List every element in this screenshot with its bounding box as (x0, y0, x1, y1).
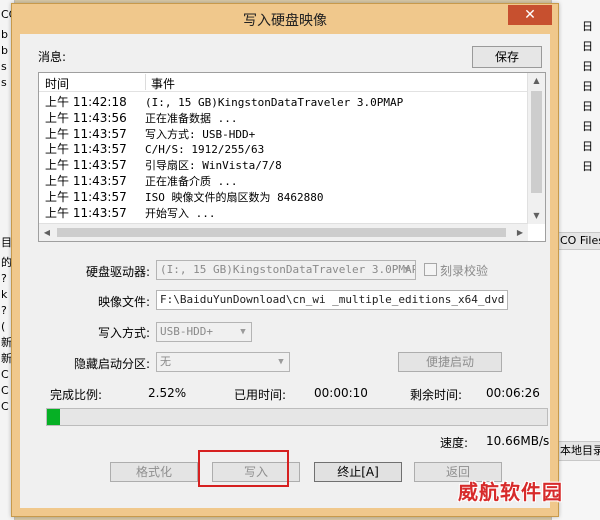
remaining-label: 剩余时间: (410, 388, 463, 402)
bg-text-fragment: 日 (582, 60, 593, 73)
log-row[interactable]: 上午 11:42:18 (I:, 15 GB)KingstonDataTravel… (39, 95, 527, 111)
scroll-right-icon[interactable]: ▶ (512, 224, 528, 241)
image-file-label: 映像文件: (97, 295, 150, 309)
log-row[interactable]: 上午 11:43:57 写入方式: USB-HDD+ (39, 127, 527, 143)
percent-value: 2.52% (148, 386, 187, 400)
stop-button[interactable]: 终止[A] (314, 462, 402, 482)
log-horizontal-scrollbar[interactable]: ◀ ▶ (39, 223, 528, 241)
bg-text-fragment: 日 (582, 100, 593, 113)
scroll-left-icon[interactable]: ◀ (39, 224, 55, 241)
hidden-partition-value: 无 (160, 355, 171, 368)
hidden-partition-label: 隐藏启动分区: (73, 357, 150, 371)
percent-label: 完成比例: (50, 388, 103, 402)
chevron-down-icon: ▼ (278, 357, 284, 367)
close-icon: ✕ (524, 7, 536, 23)
bg-header-strip: 本地目录 (552, 441, 600, 461)
format-button[interactable]: 格式化 (110, 462, 198, 482)
scroll-up-icon[interactable]: ▲ (528, 73, 545, 89)
chevron-down-icon: ▼ (404, 265, 410, 275)
window-title: 写入硬盘映像 (243, 13, 327, 29)
bg-text-fragment: 日 (582, 20, 593, 33)
bg-text-fragment: ? (1, 304, 7, 317)
elapsed-value: 00:00:10 (314, 386, 368, 400)
log-event: (I:, 15 GB)KingstonDataTraveler 3.0PMAP (145, 96, 404, 109)
drive-label: 硬盘驱动器: (85, 265, 150, 279)
message-log[interactable]: 时间 事件 上午 11:42:18 (I:, 15 GB)KingstonData… (38, 72, 546, 242)
log-time: 上午 11:43:57 (45, 205, 127, 220)
bg-text-fragment: s (1, 60, 7, 73)
log-event: 正在准备介质 ... (145, 174, 238, 188)
scroll-down-icon[interactable]: ▼ (528, 208, 545, 224)
write-disk-image-dialog: 写入硬盘映像 ✕ 消息: 保存 时间 事件 上午 11:42:18 (I:, 15… (11, 3, 559, 517)
bg-text-fragment: b (1, 28, 8, 41)
bg-text-fragment: ? (1, 272, 7, 285)
log-event: 正在准备数据 ... (145, 111, 238, 125)
speed-label: 速度: (440, 436, 469, 450)
save-button[interactable]: 保存 (472, 46, 542, 68)
write-mode-select[interactable]: USB-HDD+ ▼ (156, 322, 252, 342)
bg-text-fragment: 日 (582, 40, 593, 53)
log-time: 上午 11:43:57 (45, 126, 127, 141)
write-mode-value: USB-HDD+ (160, 325, 213, 338)
log-rows: 上午 11:42:18 (I:, 15 GB)KingstonDataTravel… (39, 95, 527, 221)
log-event: 写入方式: USB-HDD+ (145, 127, 256, 141)
remaining-value: 00:06:26 (486, 386, 540, 400)
site-watermark: 威航软件园 (458, 480, 563, 504)
progress-bar (46, 408, 548, 426)
log-row[interactable]: 上午 11:43:57 正在准备介质 ... (39, 174, 527, 190)
log-row[interactable]: 上午 11:43:57 C/H/S: 1912/255/63 (39, 142, 527, 158)
hidden-partition-select[interactable]: 无 ▼ (156, 352, 290, 372)
log-event: 开始写入 ... (145, 206, 216, 220)
bg-text-fragment: 日 (582, 140, 593, 153)
bg-text-fragment: C (1, 368, 9, 381)
log-event: C/H/S: 1912/255/63 (145, 143, 265, 157)
bg-text-fragment: b (1, 44, 8, 57)
log-time: 上午 11:42:18 (45, 95, 127, 109)
messages-label: 消息: (38, 50, 67, 64)
title-bar[interactable]: 写入硬盘映像 ✕ (12, 4, 558, 34)
log-time: 上午 11:43:57 (45, 189, 127, 204)
chevron-down-icon: ▼ (240, 327, 246, 337)
progress-fill (47, 409, 60, 425)
speed-value: 10.66MB/s (486, 434, 550, 448)
log-header: 时间 事件 (39, 73, 545, 92)
log-row[interactable]: 上午 11:43:56 正在准备数据 ... (39, 111, 527, 127)
drive-select[interactable]: (I:, 15 GB)KingstonDataTraveler 3.0PMAP … (156, 260, 416, 280)
bg-text-fragment: C (1, 384, 9, 397)
scroll-thumb[interactable] (57, 228, 506, 237)
bg-text-fragment: k (1, 288, 8, 301)
bg-text-fragment: 日 (582, 160, 593, 173)
bg-text-fragment: 日 (582, 80, 593, 93)
column-header-time[interactable]: 时间 (45, 75, 69, 92)
write-mode-label: 写入方式: (97, 326, 150, 340)
scroll-thumb[interactable] (531, 91, 542, 193)
log-row[interactable]: 上午 11:43:57 引导扇区: WinVista/7/8 (39, 158, 527, 174)
verify-label: 刻录校验 (440, 264, 489, 278)
log-event: ISO 映像文件的扇区数为 8462880 (145, 190, 324, 204)
log-event: 引导扇区: WinVista/7/8 (145, 159, 282, 173)
elapsed-label: 已用时间: (234, 388, 287, 402)
bg-text-fragment: s (1, 76, 7, 89)
write-button-highlight-box (198, 450, 289, 487)
dialog-content: 消息: 保存 时间 事件 上午 11:42:18 (I:, 15 GB)Kings… (20, 34, 550, 508)
column-divider (145, 74, 146, 90)
quick-boot-button[interactable]: 便捷启动 (398, 352, 502, 372)
verify-checkbox[interactable] (424, 263, 437, 276)
drive-select-value: (I:, 15 GB)KingstonDataTraveler 3.0PMAP (160, 263, 416, 276)
log-row[interactable]: 上午 11:43:57 开始写入 ... (39, 206, 527, 222)
log-time: 上午 11:43:57 (45, 158, 127, 173)
bg-text-fragment: C (1, 400, 9, 413)
bg-text-fragment: 日 (582, 120, 593, 133)
log-row[interactable]: 上午 11:43:57 ISO 映像文件的扇区数为 8462880 (39, 190, 527, 206)
close-button[interactable]: ✕ (508, 5, 552, 25)
bg-text-fragment: ( (1, 320, 6, 333)
image-file-field[interactable]: F:\BaiduYunDownload\cn_wi _multiple_edit… (156, 290, 508, 310)
log-vertical-scrollbar[interactable]: ▲ ▼ (527, 73, 545, 224)
log-time: 上午 11:43:57 (45, 142, 127, 157)
log-time: 上午 11:43:57 (45, 173, 127, 188)
image-file-path: F:\BaiduYunDownload\cn_wi _multiple_edit… (160, 293, 505, 306)
column-header-event[interactable]: 事件 (151, 75, 175, 92)
bg-header-strip: CO Files (552, 232, 600, 250)
log-time: 上午 11:43:56 (45, 110, 127, 125)
